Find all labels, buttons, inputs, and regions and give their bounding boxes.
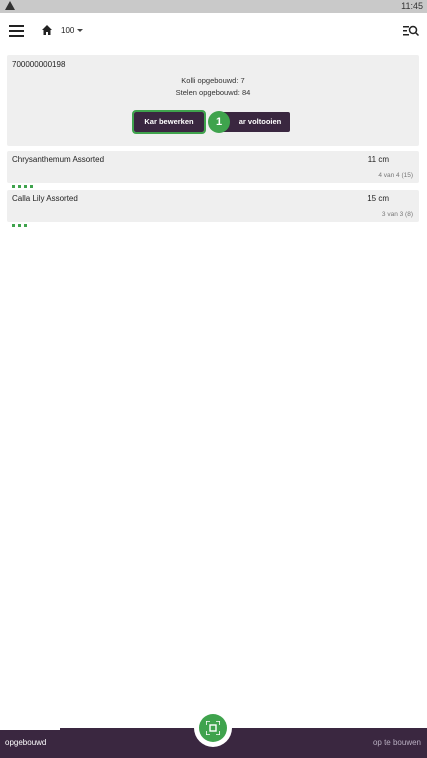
status-time: 11:45 xyxy=(401,1,423,11)
item-name: Chrysanthemum Assorted xyxy=(12,155,105,164)
menu-icon[interactable] xyxy=(9,25,24,37)
list-item[interactable]: Chrysanthemum Assorted 11 cm 4 van 4 (15… xyxy=(7,151,419,188)
tab-opgebouwd[interactable]: opgebouwd xyxy=(5,738,46,747)
item-size: 15 cm xyxy=(367,194,389,203)
tab-indicator xyxy=(0,728,60,730)
scan-icon xyxy=(206,721,220,735)
filter-search-icon[interactable] xyxy=(403,24,419,38)
warning-icon xyxy=(5,1,15,10)
location-dropdown[interactable]: 100 xyxy=(61,26,84,35)
item-name: Calla Lily Assorted xyxy=(12,194,78,203)
chevron-down-icon xyxy=(77,29,84,33)
app-bar: 100 xyxy=(0,13,427,49)
list-item[interactable]: Calla Lily Assorted 15 cm 3 van 3 (8) xyxy=(7,190,419,227)
edit-cart-button[interactable]: Kar bewerken xyxy=(132,110,206,134)
item-size: 11 cm xyxy=(367,155,389,164)
status-bar: 11:45 xyxy=(0,0,427,13)
scan-button[interactable] xyxy=(199,714,227,742)
tab-op-te-bouwen[interactable]: op te bouwen xyxy=(373,738,421,747)
kolli-count: Kolli opgebouwd: 7 xyxy=(181,76,245,85)
item-count: 4 van 4 (15) xyxy=(378,172,413,179)
cart-id: 700000000198 xyxy=(12,60,66,69)
item-count: 3 van 3 (8) xyxy=(381,211,413,218)
progress-dots xyxy=(12,214,30,232)
home-icon[interactable] xyxy=(41,24,53,36)
stelen-count: Stelen opgebouwd: 84 xyxy=(175,88,251,97)
cart-summary-card: 700000000198 Kolli opgebouwd: 7 Stelen o… xyxy=(7,55,419,146)
complete-cart-button[interactable]: ar voltooien xyxy=(220,112,290,132)
step-badge: 1 xyxy=(208,111,230,133)
location-value: 100 xyxy=(61,26,75,35)
